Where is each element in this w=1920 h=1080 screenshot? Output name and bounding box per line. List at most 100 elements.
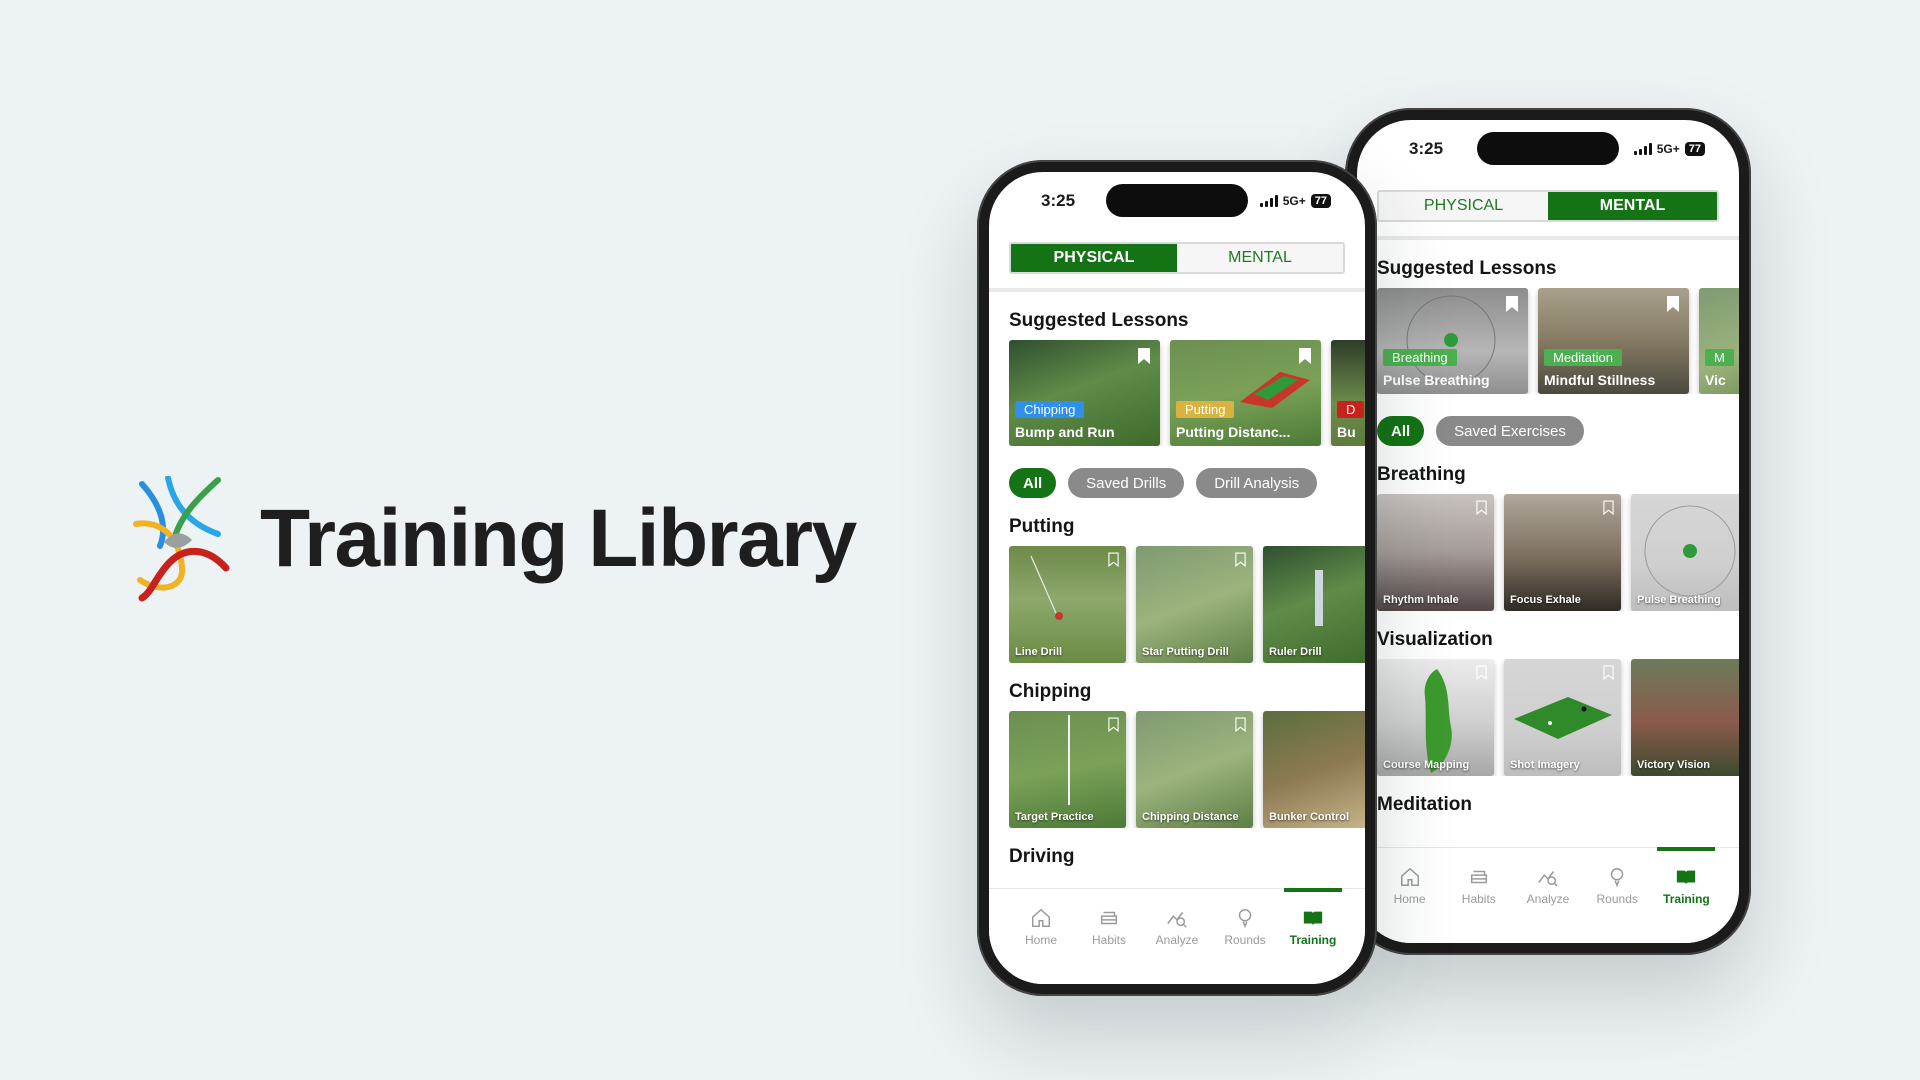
nav-analyze[interactable]: Analyze <box>1143 907 1211 984</box>
suggested-row: Chipping Bump and Run Putting Putting Di… <box>1009 340 1365 446</box>
content-scroll[interactable]: Suggested Lessons Chipping Bump and Run … <box>989 310 1365 868</box>
section-heading: Driving <box>1009 846 1075 867</box>
nav-home[interactable]: Home <box>1375 866 1444 943</box>
chip-saved-exercises[interactable]: Saved Exercises <box>1436 416 1584 446</box>
putter-line-icon <box>1030 555 1063 621</box>
bookmark-icon[interactable] <box>1108 552 1119 567</box>
tab-mental[interactable]: MENTAL <box>1548 192 1717 220</box>
lesson-tag: Chipping <box>1015 401 1085 418</box>
bookmark-icon[interactable] <box>1108 717 1119 732</box>
lesson-tag: Meditation <box>1544 349 1622 366</box>
drill-card[interactable]: Line Drill <box>1009 546 1126 663</box>
drill-card[interactable]: Rhythm Inhale <box>1377 494 1494 611</box>
suggested-heading: Suggested Lessons <box>1377 258 1557 279</box>
drill-card[interactable]: Focus Exhale <box>1504 494 1621 611</box>
bookmark-icon[interactable] <box>1506 296 1518 312</box>
tab-physical[interactable]: PHYSICAL <box>1379 192 1548 220</box>
nav-rounds[interactable]: Rounds <box>1211 907 1279 984</box>
app-logo-icon <box>133 476 230 602</box>
drill-card[interactable]: Victory Vision <box>1631 659 1739 776</box>
lesson-card[interactable]: M Vic <box>1699 288 1739 394</box>
dynamic-island <box>1477 132 1619 165</box>
bookmark-icon[interactable] <box>1235 552 1246 567</box>
bookmark-icon[interactable] <box>1476 665 1487 680</box>
lesson-card[interactable]: D Bu <box>1331 340 1365 446</box>
filter-chips: All Saved Exercises <box>1377 416 1739 446</box>
nav-analyze[interactable]: Analyze <box>1513 866 1582 943</box>
drill-title: Shot Imagery <box>1510 759 1580 771</box>
drill-title: Ruler Drill <box>1269 646 1322 658</box>
chip-all[interactable]: All <box>1009 468 1057 498</box>
drill-card[interactable]: Target Practice <box>1009 711 1126 828</box>
section-heading: Chipping <box>1009 681 1092 702</box>
pulse-circle-icon <box>1644 505 1736 597</box>
nav-label: Habits <box>1091 933 1126 947</box>
drill-title: Focus Exhale <box>1510 594 1581 606</box>
signal-icon <box>1633 143 1652 155</box>
nav-label: Rounds <box>1596 892 1638 906</box>
bed-icon <box>1100 911 1118 925</box>
lesson-tag: M <box>1705 349 1734 366</box>
analyze-icon <box>1167 912 1187 928</box>
bookmark-icon[interactable] <box>1235 717 1246 732</box>
nav-training[interactable]: Training <box>1652 847 1721 943</box>
nav-label: Home <box>1024 933 1057 947</box>
bottom-nav: Home Habits Analyze Rounds Training <box>989 888 1365 984</box>
drill-card[interactable]: Chipping Distance <box>1136 711 1253 828</box>
bookmark-icon[interactable] <box>1603 665 1614 680</box>
status-time: 3:25 <box>1409 139 1444 158</box>
drill-card[interactable]: Bunker Control <box>1263 711 1365 828</box>
bookmark-icon[interactable] <box>1476 500 1487 515</box>
hero: Training Library <box>130 476 857 602</box>
nav-habits[interactable]: Habits <box>1075 907 1143 984</box>
lesson-card[interactable]: Putting Putting Distanc... <box>1170 340 1321 446</box>
section-heading: Meditation <box>1377 794 1472 815</box>
drill-row: Rhythm Inhale Focus Exhale Pulse Breathi… <box>1377 494 1739 611</box>
drill-title: Line Drill <box>1015 646 1063 658</box>
home-icon <box>1400 867 1419 886</box>
battery-icon: 77 <box>1684 142 1705 156</box>
drill-title: Victory Vision <box>1637 759 1710 771</box>
drill-title: Chipping Distance <box>1142 811 1239 823</box>
chip-all[interactable]: All <box>1377 416 1425 446</box>
drill-card[interactable]: Star Putting Drill <box>1136 546 1253 663</box>
drill-title: Course Mapping <box>1383 759 1470 771</box>
chip-saved-drills[interactable]: Saved Drills <box>1068 468 1185 498</box>
bookmark-icon[interactable] <box>1603 500 1614 515</box>
status-bar: 3:25 5G+ 77 <box>989 172 1365 230</box>
suggested-heading: Suggested Lessons <box>1009 310 1189 331</box>
status-bar: 3:25 5G+ 77 <box>1357 120 1739 178</box>
drill-card[interactable]: Ruler Drill <box>1263 546 1365 663</box>
drill-card[interactable]: Shot Imagery <box>1504 659 1621 776</box>
content-scroll[interactable]: Suggested Lessons Breathing Pulse Breath… <box>1357 258 1739 816</box>
signal-icon <box>1259 195 1278 207</box>
chip-drill-analysis[interactable]: Drill Analysis <box>1196 468 1318 498</box>
lesson-title: Mindful Stillness <box>1544 372 1656 388</box>
lesson-card[interactable]: Chipping Bump and Run <box>1009 340 1160 446</box>
page-title: Training Library <box>260 493 857 584</box>
drill-card[interactable]: Course Mapping <box>1377 659 1494 776</box>
dynamic-island <box>1106 184 1248 217</box>
lesson-card[interactable]: Meditation Mindful Stillness <box>1538 288 1689 394</box>
filter-chips: All Saved Drills Drill Analysis <box>1009 468 1365 498</box>
drill-row: Course Mapping Shot Imagery Victory Visi… <box>1377 659 1739 776</box>
ruler-icon <box>1315 570 1323 626</box>
network-label: 5G+ <box>1656 142 1680 156</box>
tab-physical[interactable]: PHYSICAL <box>1011 244 1177 272</box>
bookmark-icon[interactable] <box>1299 348 1311 364</box>
nav-habits[interactable]: Habits <box>1444 866 1513 943</box>
drill-title: Rhythm Inhale <box>1383 594 1459 606</box>
lesson-tag: D <box>1337 401 1365 418</box>
status-icons: 5G+ 77 <box>1633 142 1705 156</box>
drill-card[interactable]: Pulse Breathing <box>1631 494 1739 611</box>
lesson-title: Putting Distanc... <box>1176 424 1291 440</box>
lesson-card[interactable]: Breathing Pulse Breathing <box>1377 288 1528 394</box>
tab-mental[interactable]: MENTAL <box>1177 244 1343 272</box>
phone-screen: 3:25 5G+ 77 PHYSICAL MENTAL Suggested Le… <box>989 172 1365 984</box>
nav-home[interactable]: Home <box>1007 907 1075 984</box>
nav-rounds[interactable]: Rounds <box>1583 866 1652 943</box>
drill-title: Target Practice <box>1015 811 1094 823</box>
bookmark-icon[interactable] <box>1667 296 1679 312</box>
bookmark-icon[interactable] <box>1138 348 1150 364</box>
nav-training[interactable]: Training <box>1279 888 1347 984</box>
